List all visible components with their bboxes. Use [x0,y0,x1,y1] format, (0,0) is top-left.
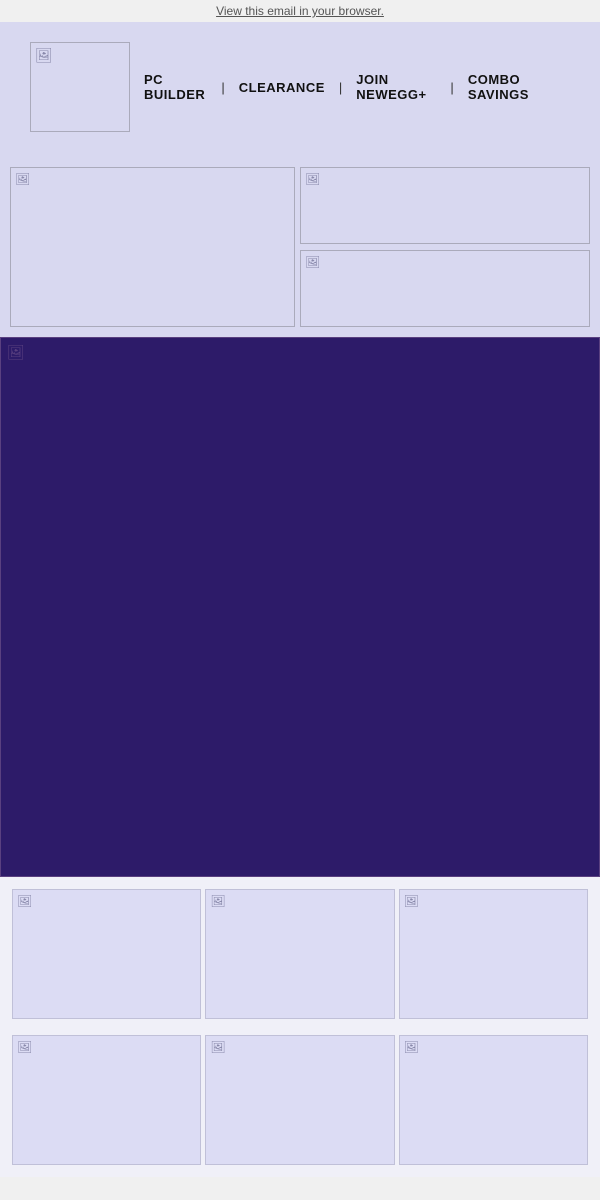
banner-image-left[interactable] [10,167,295,327]
view-in-browser-link[interactable]: View this email in your browser. [216,4,384,18]
nav-item-join-newegg[interactable]: JOIN NEWEGG+ [342,72,450,102]
product-item-1[interactable] [12,889,201,1019]
product-grid-row-2 [0,1031,600,1177]
product-item-2[interactable] [205,889,394,1019]
product-item-3[interactable] [399,889,588,1019]
navigation: PC BUILDER | CLEARANCE | JOIN NEWEGG+ | … [130,72,570,102]
nav-item-combo-savings[interactable]: COMBO SAVINGS [454,72,570,102]
hero-image[interactable] [0,337,600,877]
top-bar: View this email in your browser. [0,0,600,22]
product-grid-row-1 [0,877,600,1031]
nav-item-pc-builder[interactable]: PC BUILDER [130,72,221,102]
logo [30,42,130,132]
banner-image-right-top[interactable] [300,167,590,244]
nav-item-clearance[interactable]: CLEARANCE [225,80,339,95]
product-item-5[interactable] [205,1035,394,1165]
product-item-6[interactable] [399,1035,588,1165]
email-header: PC BUILDER | CLEARANCE | JOIN NEWEGG+ | … [0,22,600,152]
banner-section [0,152,600,337]
banner-image-right-bottom[interactable] [300,250,590,327]
product-item-4[interactable] [12,1035,201,1165]
